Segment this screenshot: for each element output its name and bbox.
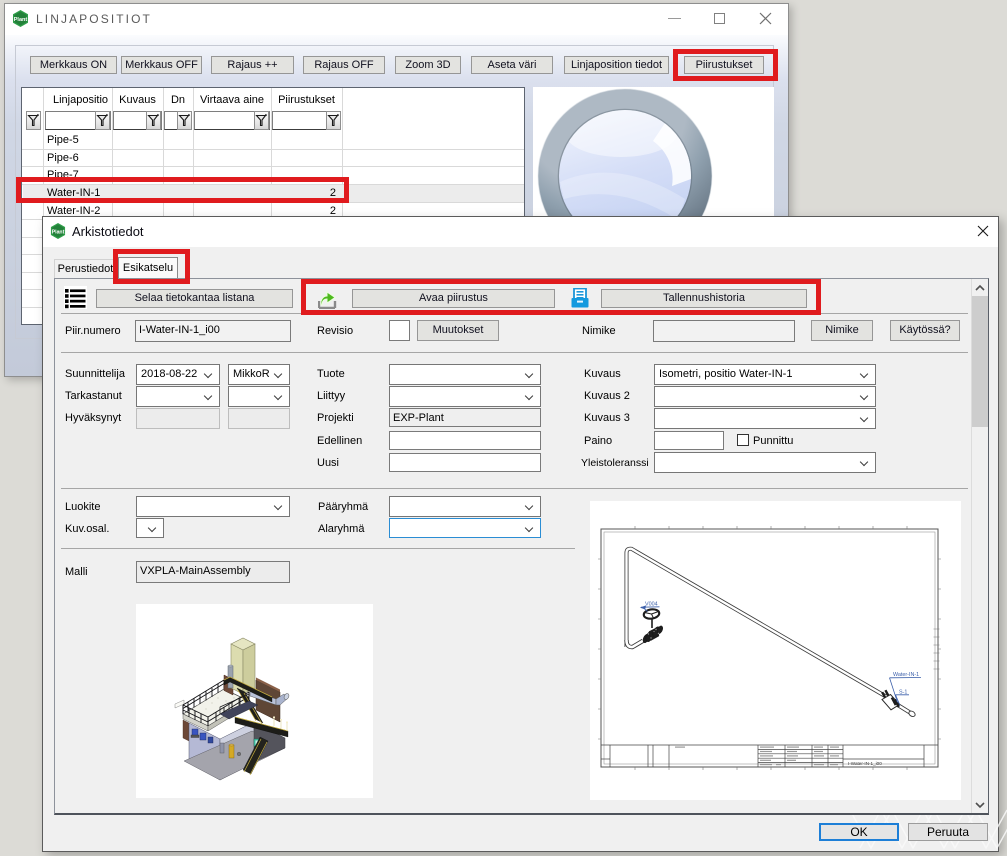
svg-text:Plant: Plant (14, 17, 28, 23)
svg-text:Plant: Plant (52, 229, 65, 235)
svg-text:Water-IN-1: Water-IN-1 (893, 672, 919, 678)
svg-text:I-Water-IN-1_i00: I-Water-IN-1_i00 (848, 761, 882, 766)
